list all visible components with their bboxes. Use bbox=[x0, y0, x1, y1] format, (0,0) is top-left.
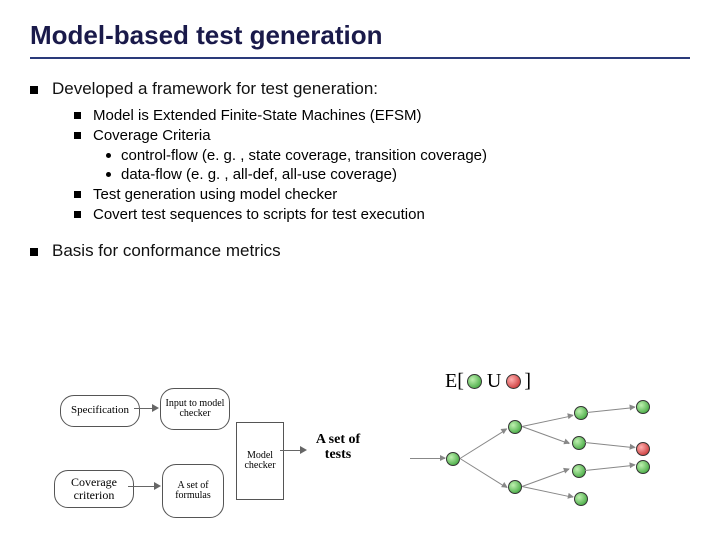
graph-edge bbox=[522, 426, 569, 444]
square-bullet-icon bbox=[74, 132, 81, 139]
arrow-line bbox=[134, 408, 154, 409]
bullet-1-1: Model is Extended Finite-State Machines … bbox=[74, 107, 690, 124]
sub-sub-list: control-flow (e. g. , state coverage, tr… bbox=[106, 147, 690, 183]
graph-node-green-icon bbox=[572, 464, 586, 478]
ctl-formula: E[ U ] bbox=[445, 370, 531, 393]
box-input-to-checker: Input to model checker bbox=[160, 388, 230, 430]
graph-node-green-icon bbox=[636, 460, 650, 474]
bullet-1-1-text: Model is Extended Finite-State Machines … bbox=[93, 107, 421, 124]
bullet-1: Developed a framework for test generatio… bbox=[30, 79, 690, 99]
arrow-head-icon bbox=[154, 482, 161, 490]
graph-node-green-icon bbox=[446, 452, 460, 466]
box-model-checker: Model checker bbox=[236, 422, 284, 500]
graph-edge bbox=[585, 442, 635, 448]
graph-edge bbox=[522, 469, 569, 487]
box-specification: Specification bbox=[60, 395, 140, 427]
bullet-1-4-text: Covert test sequences to scripts for tes… bbox=[93, 206, 425, 223]
box-coverage-criterion: Coverage criterion bbox=[54, 470, 134, 508]
dot-bullet-icon bbox=[106, 172, 111, 177]
bullet-2-text: Basis for conformance metrics bbox=[52, 241, 281, 261]
graph-edge bbox=[585, 465, 635, 471]
bullet-1-2: Coverage Criteria bbox=[74, 127, 690, 144]
diagram-area: Specification Input to model checker Cov… bbox=[30, 370, 710, 540]
dot-bullet-icon bbox=[106, 153, 111, 158]
bullet-1-text: Developed a framework for test generatio… bbox=[52, 79, 378, 99]
graph-node-green-icon bbox=[508, 480, 522, 494]
square-bullet-icon bbox=[74, 191, 81, 198]
state-circle-red-icon bbox=[506, 374, 521, 389]
sub-list-1: Model is Extended Finite-State Machines … bbox=[74, 107, 690, 223]
graph-edge bbox=[460, 429, 507, 459]
square-bullet-icon bbox=[30, 248, 38, 256]
arrow-head-icon bbox=[152, 404, 159, 412]
graph-edge bbox=[410, 458, 445, 459]
bullet-1-3-text: Test generation using model checker bbox=[93, 186, 337, 203]
formula-mid: U bbox=[487, 370, 501, 393]
bullet-1-2-b-text: data-flow (e. g. , all-def, all-use cove… bbox=[121, 166, 397, 183]
label-set-of-tests: A set of tests bbox=[310, 432, 366, 463]
box-set-of-formulas: A set of formulas bbox=[162, 464, 224, 518]
arrow-head-icon bbox=[300, 446, 307, 454]
graph-node-green-icon bbox=[508, 420, 522, 434]
formula-open: E[ bbox=[445, 370, 464, 393]
bullet-1-2-a-text: control-flow (e. g. , state coverage, tr… bbox=[121, 147, 487, 164]
square-bullet-icon bbox=[74, 112, 81, 119]
square-bullet-icon bbox=[74, 211, 81, 218]
graph-node-green-icon bbox=[636, 400, 650, 414]
graph-edge bbox=[587, 407, 635, 413]
arrow-line bbox=[280, 450, 302, 451]
slide-title: Model-based test generation bbox=[30, 20, 690, 51]
graph-edge bbox=[522, 415, 573, 427]
graph-node-green-icon bbox=[574, 406, 588, 420]
graph-node-green-icon bbox=[572, 436, 586, 450]
bullet-2: Basis for conformance metrics bbox=[30, 241, 690, 261]
formula-close: ] bbox=[524, 370, 531, 393]
title-underline bbox=[30, 57, 690, 59]
bullet-1-4: Covert test sequences to scripts for tes… bbox=[74, 206, 690, 223]
bullet-1-2-b: data-flow (e. g. , all-def, all-use cove… bbox=[106, 166, 690, 183]
arrow-line bbox=[128, 486, 156, 487]
graph-node-green-icon bbox=[574, 492, 588, 506]
bullet-1-2-text: Coverage Criteria bbox=[93, 127, 211, 144]
square-bullet-icon bbox=[30, 86, 38, 94]
bullet-1-3: Test generation using model checker bbox=[74, 186, 690, 203]
graph-node-red-icon bbox=[636, 442, 650, 456]
graph-edge bbox=[522, 486, 573, 498]
bullet-1-2-a: control-flow (e. g. , state coverage, tr… bbox=[106, 147, 690, 164]
state-circle-green-icon bbox=[467, 374, 482, 389]
graph-edge bbox=[460, 458, 507, 488]
